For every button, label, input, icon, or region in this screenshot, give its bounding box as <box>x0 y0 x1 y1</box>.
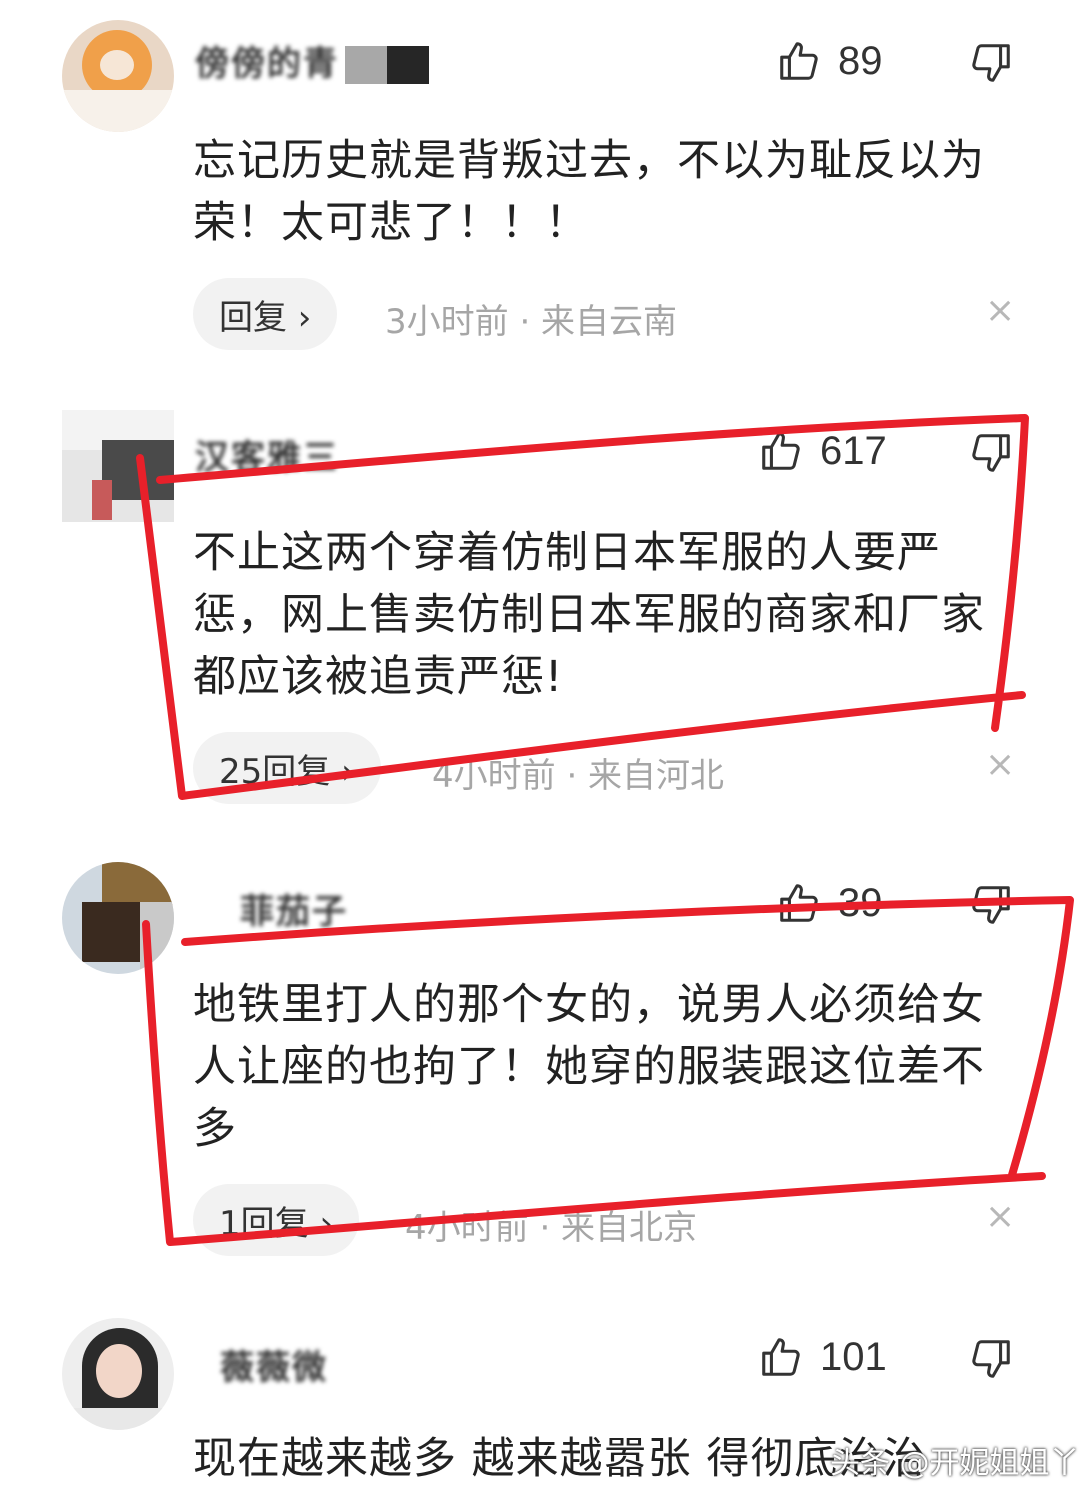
like-button[interactable]: 617 <box>758 428 887 474</box>
like-count: 89 <box>838 38 883 83</box>
comment-meta: 3小时前 · 来自云南 <box>385 302 678 342</box>
like-button[interactable]: 39 <box>776 880 883 926</box>
like-count: 101 <box>820 1334 887 1379</box>
reply-button[interactable]: 1回复 › <box>193 1184 360 1256</box>
like-count: 617 <box>820 428 887 473</box>
reply-button[interactable]: 回复 › <box>193 278 338 350</box>
avatar[interactable] <box>62 20 174 132</box>
comment-text: 不止这两个穿着仿制日本军服的人要严惩，网上售卖仿制日本军服的商家和厂家都应该被追… <box>193 528 985 702</box>
comment-meta: 4小时前 · 来自河北 <box>432 756 725 796</box>
username[interactable]: 傍傍的青 <box>195 36 339 85</box>
close-icon[interactable]: × <box>985 1196 1015 1237</box>
avatar[interactable] <box>62 1318 174 1430</box>
username[interactable]: 薇薇微 <box>220 1340 328 1389</box>
avatar[interactable] <box>62 410 174 522</box>
username[interactable]: 菲茄子 <box>240 884 348 933</box>
dislike-button[interactable] <box>968 882 1014 932</box>
thumbs-up-icon <box>762 1338 800 1376</box>
comment-text: 忘记历史就是背叛过去，不以为耻反以为荣！太可悲了！！！ <box>193 136 985 248</box>
avatar[interactable] <box>62 862 174 974</box>
dislike-button[interactable] <box>968 1336 1014 1386</box>
thumbs-down-icon <box>972 1340 1010 1378</box>
thumbs-up-icon <box>780 884 818 922</box>
like-button[interactable]: 89 <box>776 38 883 84</box>
comment-text: 地铁里打人的那个女的，说男人必须给女人让座的也拘了！她穿的服装跟这位差不多 <box>193 980 985 1154</box>
like-button[interactable]: 101 <box>758 1334 887 1380</box>
username[interactable]: 汉客雅三 <box>195 430 339 479</box>
dislike-button[interactable] <box>968 430 1014 480</box>
like-count: 39 <box>838 880 883 925</box>
watermark: 头条 @开妮姐姐丫 <box>830 1446 1080 1481</box>
reply-button[interactable]: 25回复 › <box>193 732 381 804</box>
close-icon[interactable]: × <box>985 290 1015 331</box>
dislike-button[interactable] <box>968 40 1014 90</box>
thumbs-up-icon <box>780 42 818 80</box>
username-mosaic <box>345 46 435 84</box>
thumbs-down-icon <box>972 886 1010 924</box>
close-icon[interactable]: × <box>985 744 1015 785</box>
thumbs-up-icon <box>762 432 800 470</box>
comment-meta: 4小时前 · 来自北京 <box>405 1208 698 1248</box>
thumbs-down-icon <box>972 434 1010 472</box>
thumbs-down-icon <box>972 44 1010 82</box>
